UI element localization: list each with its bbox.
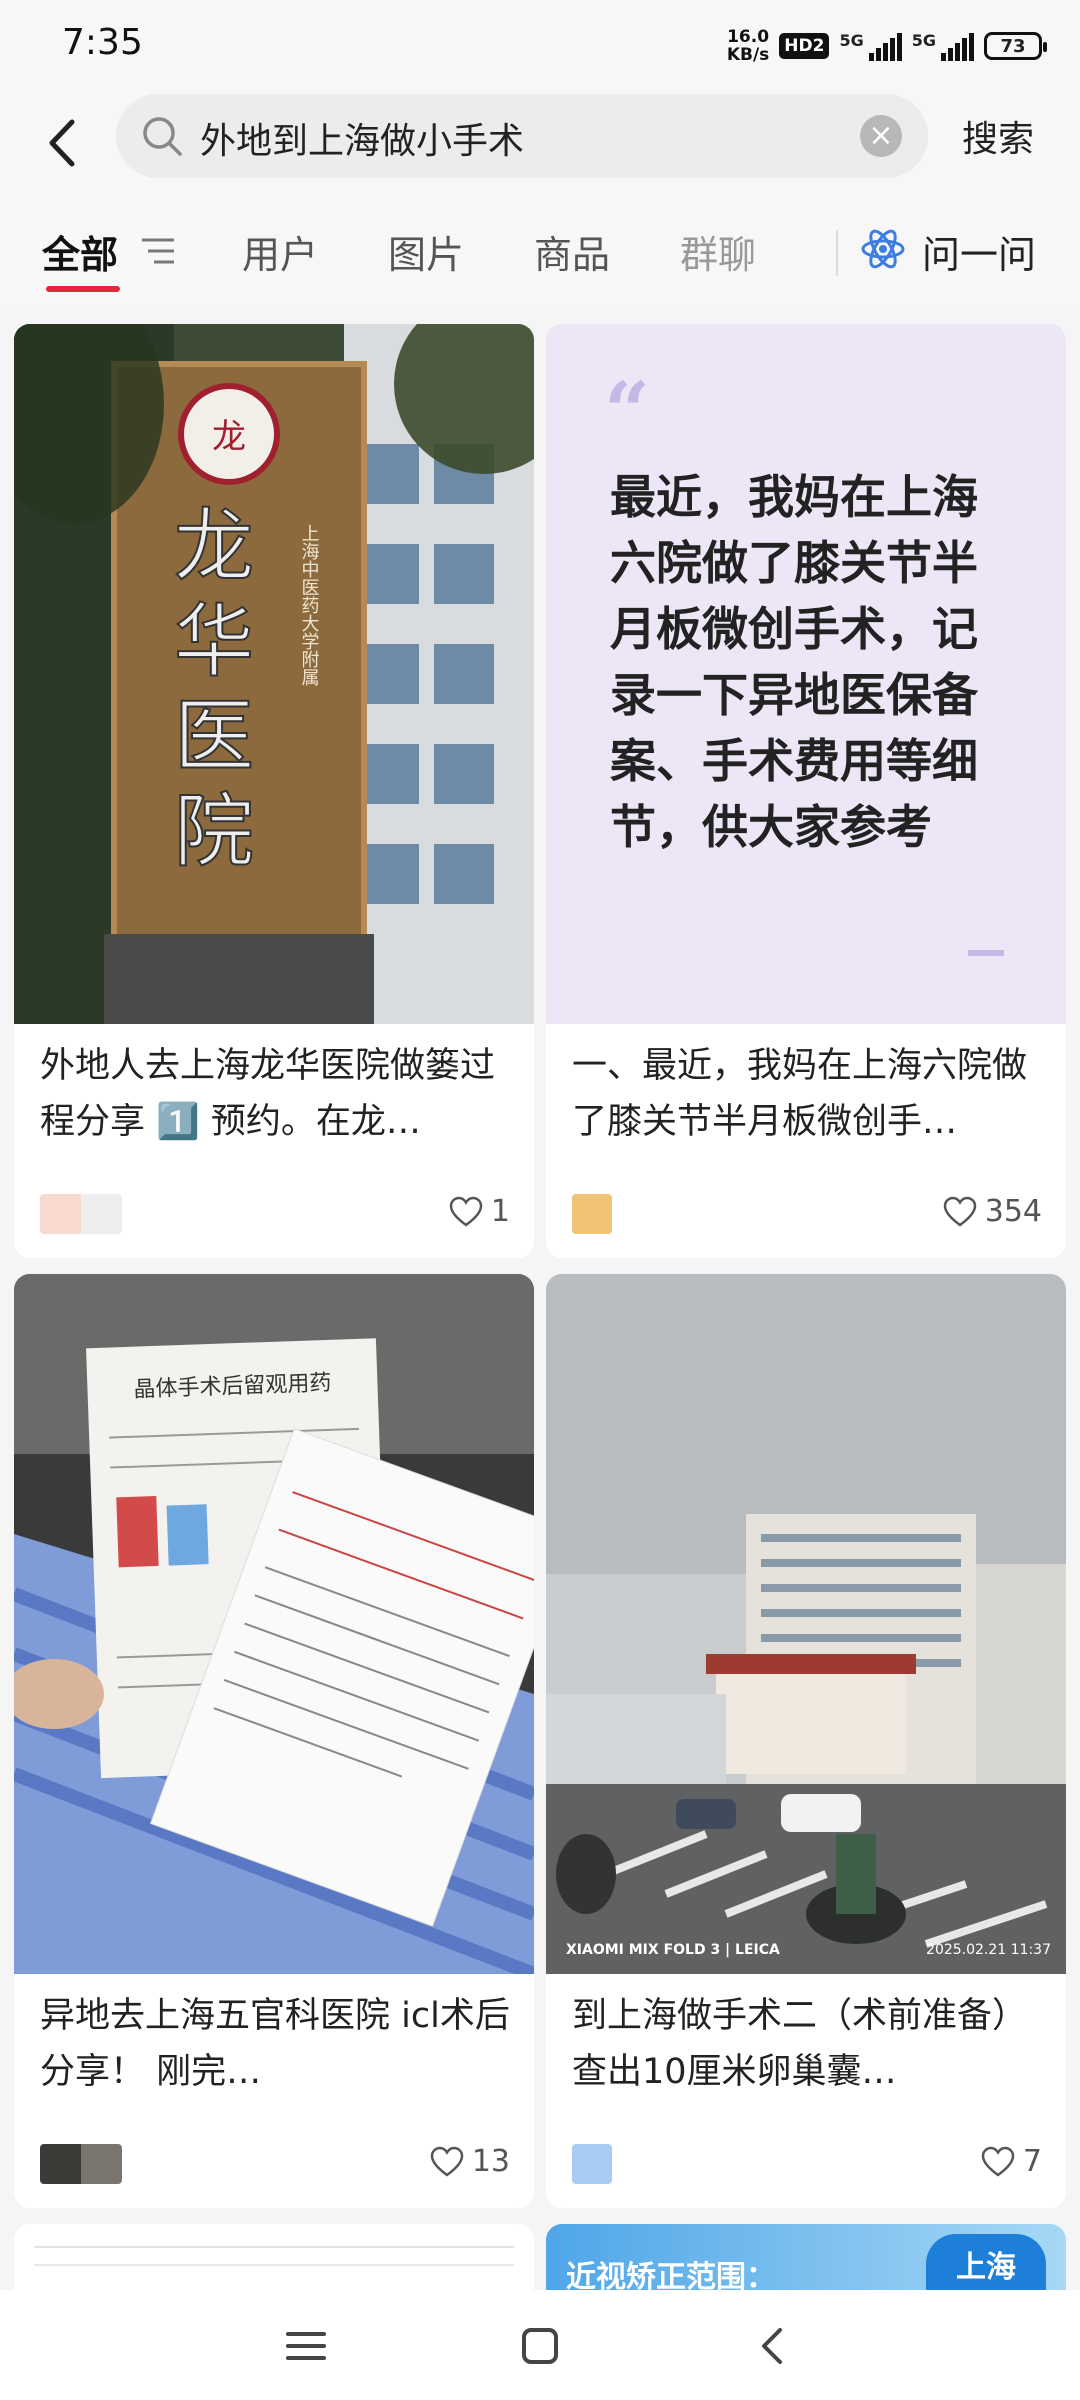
avatar[interactable] (572, 2144, 612, 2184)
post-card-3[interactable]: 晶体手术后留观用药 异地去上海五官科医院 icl术后分享！ 刚完… 13 (14, 1274, 534, 2208)
status-time: 7:35 (62, 22, 143, 63)
status-bar: 7:35 16.0 KB/s HD2 5G 5G 73 (0, 0, 1080, 90)
avatar[interactable] (40, 2144, 122, 2184)
doc-line (34, 2264, 514, 2266)
like-button[interactable]: 354 (943, 1194, 1042, 1229)
post-title[interactable]: 外地人去上海龙华医院做篓过程分享 1️⃣ 预约。在龙… (40, 1038, 510, 1150)
like-count: 354 (984, 1194, 1042, 1229)
partial-badge-text: 上海 (956, 2250, 1016, 2285)
sim1-label: 5G (839, 31, 864, 50)
heart-icon (981, 2146, 1015, 2177)
hd-badge: HD2 (779, 33, 830, 59)
quote-mark-icon: “ (604, 364, 651, 458)
tab-divider (836, 230, 838, 276)
sign-char-3: 医 (174, 690, 254, 783)
like-count: 1 (490, 1194, 510, 1229)
tab-all[interactable]: 全部 (42, 224, 118, 279)
sign-char-2: 华 (174, 595, 254, 688)
post-card-2[interactable]: “ 最近，我妈在上海六院做了膝关节半月板微创手术，记录一下异地医保备案、手术费用… (546, 324, 1066, 1258)
signal-icon-2: 5G (912, 31, 974, 61)
post-image-quote[interactable]: “ 最近，我妈在上海六院做了膝关节半月板微创手术，记录一下异地医保备案、手术费用… (546, 324, 1066, 1024)
like-count: 7 (1022, 2144, 1042, 2179)
tab-groups[interactable]: 群聊 (680, 224, 756, 279)
net-speed-value: 16.0 (727, 27, 770, 47)
ask-ai-icon[interactable] (858, 224, 908, 274)
battery-level: 73 (1000, 35, 1026, 57)
search-row: 外地到上海做小手术 × 搜索 (0, 90, 1080, 200)
status-icons: 16.0 KB/s HD2 5G 5G 73 (727, 24, 1047, 68)
like-button[interactable]: 1 (449, 1194, 510, 1229)
filter-icon[interactable] (140, 236, 176, 266)
sim2-label: 5G (911, 31, 936, 50)
like-count: 13 (471, 2144, 510, 2179)
post-title[interactable]: 异地去上海五官科医院 icl术后分享！ 刚完… (40, 1988, 510, 2100)
sign-char-1: 龙 (174, 500, 254, 593)
like-button[interactable]: 13 (430, 2144, 510, 2179)
doc-line (34, 2246, 514, 2248)
sign-char-4: 院 (174, 785, 254, 878)
avatar[interactable] (572, 1194, 612, 1234)
search-input[interactable]: 外地到上海做小手术 × (116, 94, 928, 178)
tab-users[interactable]: 用户 (242, 224, 318, 279)
post-title[interactable]: 到上海做手术二（术前准备）查出10厘米卵巢囊… (572, 1988, 1042, 2100)
hospital-sign-image: 龙 龙 华 医 院 上海中医药大学附属 (14, 324, 534, 1024)
network-speed: 16.0 KB/s (727, 28, 769, 64)
post-card-5-partial[interactable] (14, 2224, 534, 2294)
heart-icon (449, 1196, 483, 1227)
post-footer: 1 (40, 1194, 510, 1234)
search-icon (143, 117, 182, 156)
tab-images[interactable]: 图片 (388, 224, 464, 279)
post-image-hospital-sign[interactable]: 龙 龙 华 医 院 上海中医药大学附属 (14, 324, 534, 1024)
active-tab-indicator (46, 286, 120, 292)
svg-text:上海中医药大学附属: 上海中医药大学附属 (299, 524, 320, 686)
like-button[interactable]: 7 (981, 2144, 1042, 2179)
post-title[interactable]: 一、最近，我妈在上海六院做了膝关节半月板微创手… (572, 1038, 1042, 1150)
tab-products[interactable]: 商品 (534, 224, 610, 279)
quote-dash (968, 950, 1004, 956)
back-arrow-icon[interactable] (40, 108, 90, 178)
photo-watermark-right: 2025.02.21 11:37 (926, 1942, 1051, 1958)
avatar[interactable] (40, 1194, 122, 1234)
hospital-street-image: XIAOMI MIX FOLD 3 | LEICA 2025.02.21 11:… (546, 1274, 1066, 1974)
clear-icon[interactable]: × (860, 115, 902, 157)
net-speed-unit: KB/s (726, 45, 770, 65)
signal-icon: 5G (839, 31, 902, 61)
quote-text: 最近，我妈在上海六院做了膝关节半月板微创手术，记录一下异地医保备案、手术费用等细… (610, 470, 978, 854)
search-query[interactable]: 外地到上海做小手术 (200, 112, 524, 164)
ask-label[interactable]: 问一问 (922, 224, 1036, 279)
photo-watermark-left: XIAOMI MIX FOLD 3 | LEICA (566, 1942, 780, 1958)
partial-badge: 上海 (926, 2234, 1046, 2294)
post-footer: 13 (40, 2144, 510, 2184)
filter-tabs: 全部 用户 图片 商品 群聊 问一问 (0, 200, 1080, 306)
home-icon[interactable] (510, 2316, 570, 2376)
post-footer: 7 (572, 2144, 1042, 2184)
heart-icon (943, 1196, 976, 1227)
medical-documents-image: 晶体手术后留观用药 (14, 1274, 534, 1974)
post-image-street[interactable]: XIAOMI MIX FOLD 3 | LEICA 2025.02.21 11:… (546, 1274, 1066, 1974)
post-card-1[interactable]: 龙 龙 华 医 院 上海中医药大学附属 外地人去上海龙华医院做篓过程分享 1️⃣… (14, 324, 534, 1258)
post-footer: 354 (572, 1194, 1042, 1234)
post-card-4[interactable]: XIAOMI MIX FOLD 3 | LEICA 2025.02.21 11:… (546, 1274, 1066, 2208)
partial-caption: 近视矫正范围： (566, 2260, 776, 2294)
battery-icon: 73 (984, 32, 1047, 60)
heart-icon (430, 2146, 464, 2177)
post-image-documents[interactable]: 晶体手术后留观用药 (14, 1274, 534, 1974)
menu-icon[interactable] (276, 2316, 336, 2376)
post-card-6-partial[interactable]: 近视矫正范围： 上海 (546, 2224, 1066, 2294)
back-icon[interactable] (744, 2316, 804, 2376)
search-button[interactable]: 搜索 (962, 110, 1034, 162)
system-nav-bar (0, 2290, 1080, 2400)
svg-text:龙: 龙 (212, 417, 246, 457)
